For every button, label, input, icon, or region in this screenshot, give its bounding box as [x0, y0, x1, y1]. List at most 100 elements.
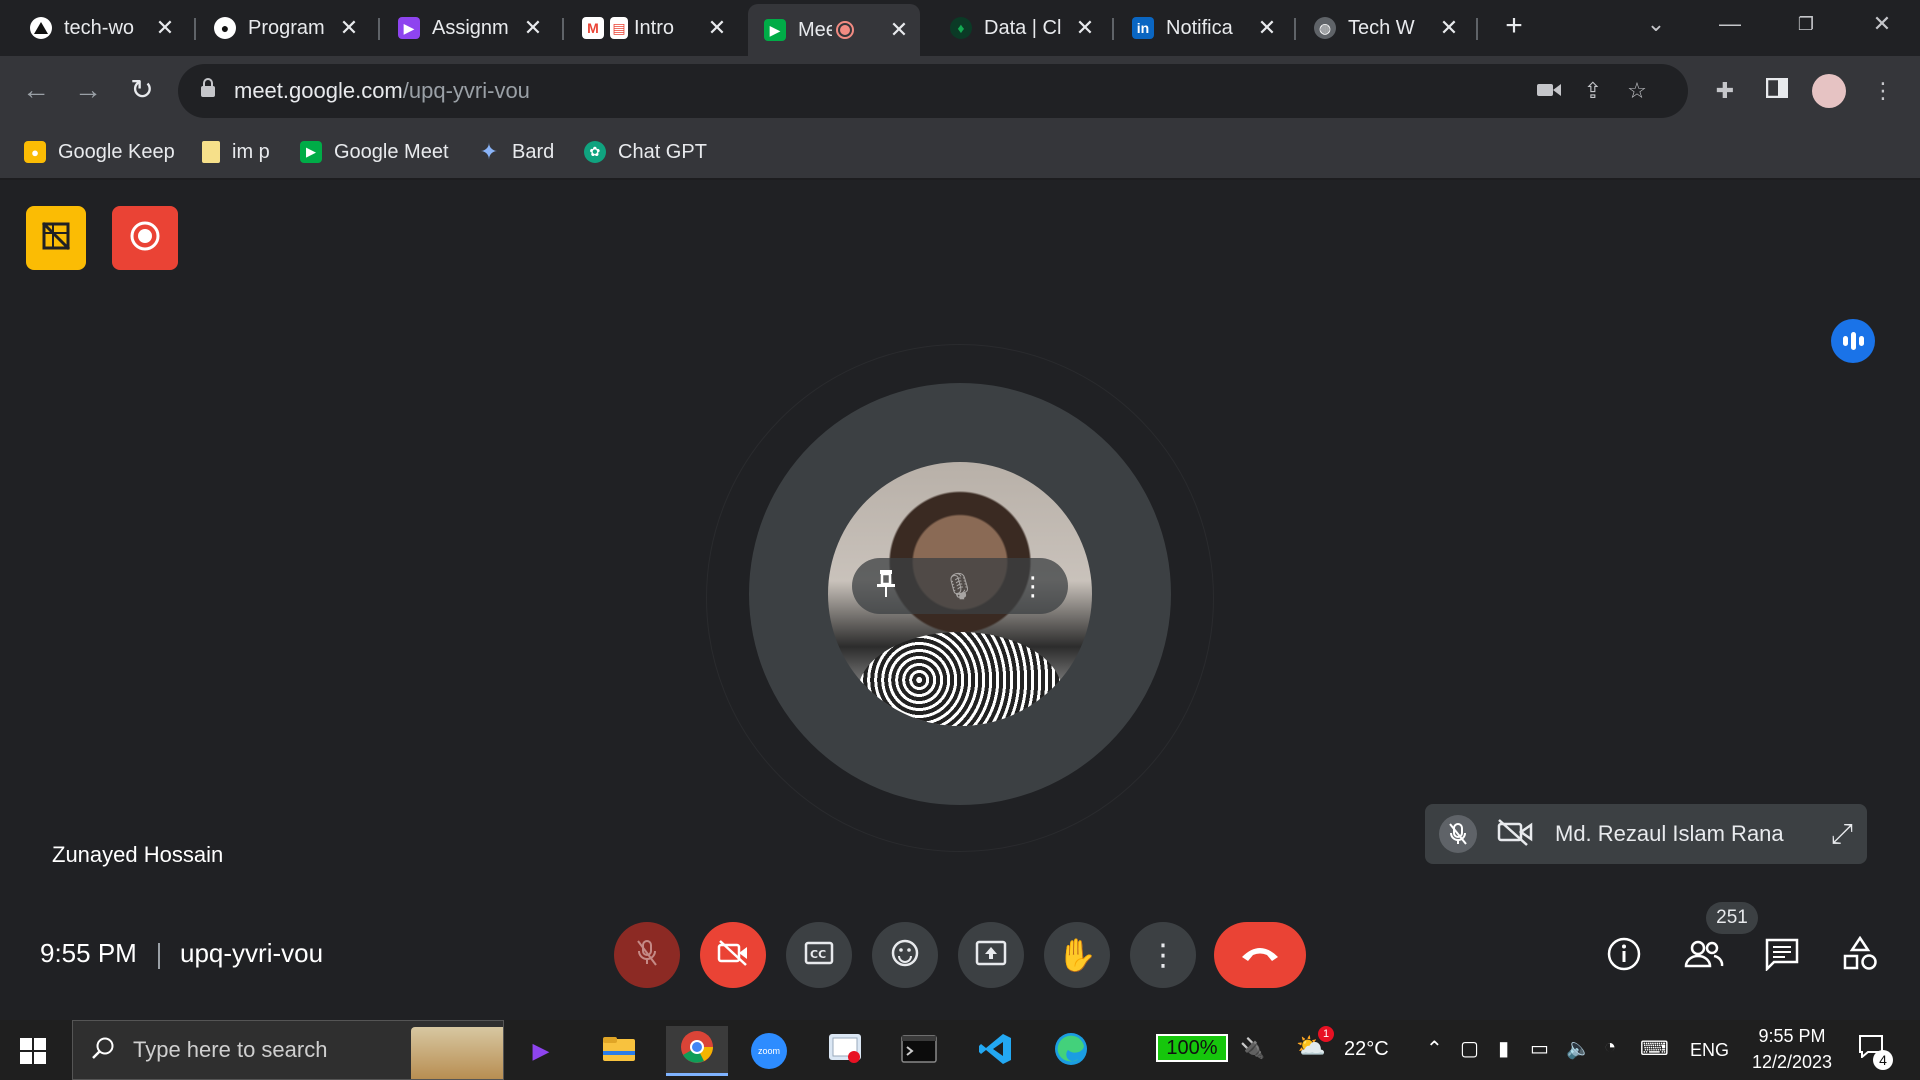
- tab-notifications[interactable]: in Notifica ✕: [1116, 6, 1288, 50]
- reload-button[interactable]: ↻: [124, 72, 160, 108]
- taskbar-app-file-explorer[interactable]: [588, 1026, 650, 1076]
- people-button[interactable]: [1682, 934, 1726, 978]
- more-options-button[interactable]: ⋮: [1130, 922, 1196, 988]
- battery-percentage[interactable]: 100%: [1156, 1034, 1228, 1062]
- emoji-icon: [890, 938, 920, 973]
- google-meet-icon: ▶: [300, 141, 322, 163]
- battery-icon[interactable]: ▭: [1530, 1036, 1549, 1061]
- microphone-in-use-icon[interactable]: ▮: [1498, 1036, 1509, 1061]
- side-panel-icon[interactable]: [1760, 74, 1794, 108]
- wifi-icon[interactable]: ◔: [1604, 1036, 1616, 1059]
- show-hidden-icons-chevron-icon[interactable]: ⌃: [1426, 1036, 1443, 1061]
- taskbar-app-video-course[interactable]: ▶: [510, 1026, 572, 1076]
- taskbar-app-snipping[interactable]: [814, 1026, 876, 1076]
- close-icon[interactable]: ✕: [888, 17, 910, 43]
- close-icon[interactable]: ✕: [1074, 15, 1096, 41]
- tab-separator: [1476, 18, 1478, 40]
- meeting-clock: 9:55 PM: [40, 938, 137, 968]
- closed-captions-icon: CC: [804, 941, 834, 970]
- back-button[interactable]: ←: [18, 72, 54, 108]
- taskbar-app-terminal[interactable]: [888, 1026, 950, 1076]
- self-view-tile[interactable]: Md. Rezaul Islam Rana ⤢: [1425, 804, 1867, 864]
- speaking-indicator-icon: [1831, 319, 1875, 363]
- keyboard-icon[interactable]: ⌨: [1640, 1036, 1669, 1061]
- present-screen-button[interactable]: [958, 922, 1024, 988]
- browser-toolbar: ← → ↻ meet.google.com/upq-yvri-vou ⇪ ☆ ✚…: [0, 56, 1920, 126]
- camera-toggle-button[interactable]: [700, 922, 766, 988]
- bookmark-bard[interactable]: ✦ Bard: [478, 138, 554, 166]
- leave-call-button[interactable]: [1214, 922, 1306, 988]
- tab-search-chevron-icon[interactable]: ⌄: [1636, 8, 1676, 40]
- close-icon[interactable]: ✕: [1256, 15, 1278, 41]
- bard-sparkle-icon: ✦: [479, 139, 499, 164]
- people-count-badge: 251: [1706, 902, 1758, 934]
- new-tab-button[interactable]: +: [1498, 10, 1530, 42]
- close-icon[interactable]: ✕: [154, 15, 176, 41]
- bookmark-chat-gpt[interactable]: ✿ Chat GPT: [584, 138, 707, 166]
- windows-taskbar: Type here to search ▶ zoom 100% 🔌 ⛅ 1 22…: [0, 1020, 1920, 1080]
- volume-icon[interactable]: 🔈: [1566, 1036, 1591, 1061]
- bookmark-imp[interactable]: im p: [202, 138, 270, 166]
- weather-temperature[interactable]: 22°C: [1344, 1038, 1389, 1061]
- tab-data[interactable]: ♦ Data | Cl ✕: [934, 6, 1106, 50]
- lock-icon[interactable]: [200, 78, 216, 103]
- extensions-puzzle-icon[interactable]: ✚: [1708, 74, 1742, 108]
- raise-hand-button[interactable]: ✋: [1044, 922, 1110, 988]
- meet-now-icon[interactable]: ▢: [1460, 1036, 1479, 1061]
- meeting-details-button[interactable]: [1602, 934, 1646, 978]
- tab-intro[interactable]: M ▤ Intro ✕: [566, 6, 738, 50]
- microphone-toggle-button[interactable]: [614, 922, 680, 988]
- tab-meet-active[interactable]: ▶ Mee ✕: [748, 4, 920, 56]
- close-icon[interactable]: ✕: [522, 15, 544, 41]
- url-path: /upq-yvri-vou: [402, 78, 530, 103]
- bookmark-star-icon[interactable]: ☆: [1620, 74, 1654, 108]
- taskbar-app-chrome[interactable]: [666, 1026, 728, 1076]
- tab-assignment[interactable]: ▶ Assignm ✕: [382, 6, 554, 50]
- close-icon[interactable]: ✕: [706, 15, 728, 41]
- address-bar[interactable]: meet.google.com/upq-yvri-vou ⇪ ☆: [178, 64, 1688, 118]
- restore-button[interactable]: ❐: [1786, 8, 1826, 40]
- meet-stage: 🎙 ⋮ Zunayed Hossain Md. Rezaul Islam Ran…: [0, 180, 1920, 1020]
- activities-button[interactable]: [1838, 934, 1882, 978]
- taskbar-time[interactable]: 9:55 PM: [1754, 1026, 1830, 1047]
- tab-tech-w[interactable]: ◍ Tech W ✕: [1298, 6, 1470, 50]
- tab-separator: [378, 18, 380, 40]
- url-text[interactable]: meet.google.com/upq-yvri-vou: [234, 78, 530, 104]
- chat-button[interactable]: [1760, 934, 1804, 978]
- taskbar-date[interactable]: 12/2/2023: [1744, 1052, 1840, 1073]
- bookmark-label: Google Meet: [334, 140, 449, 163]
- minimize-button[interactable]: —: [1710, 8, 1750, 40]
- tab-title: Program: [248, 16, 325, 39]
- input-language[interactable]: ENG: [1690, 1040, 1729, 1061]
- share-icon[interactable]: ⇪: [1576, 74, 1610, 108]
- mute-participant-icon[interactable]: 🎙: [942, 571, 975, 602]
- camera-in-use-icon[interactable]: [1532, 74, 1566, 108]
- taskbar-app-edge[interactable]: [1040, 1026, 1102, 1076]
- reactions-button[interactable]: [872, 922, 938, 988]
- pin-icon[interactable]: [874, 568, 898, 605]
- taskbar-app-vscode[interactable]: [964, 1026, 1026, 1076]
- window-close-button[interactable]: ✕: [1862, 8, 1902, 40]
- transcript-off-badge[interactable]: [26, 206, 86, 270]
- windows-start-icon[interactable]: [20, 1038, 46, 1069]
- bookmark-label: Google Keep: [58, 140, 175, 163]
- tab-tech-wo[interactable]: tech-wo ✕: [14, 6, 186, 50]
- self-view-name: Md. Rezaul Islam Rana: [1555, 821, 1784, 846]
- expand-icon[interactable]: ⤢: [1831, 818, 1853, 851]
- more-options-icon[interactable]: ⋮: [1020, 571, 1046, 602]
- bookmark-google-meet[interactable]: ▶ Google Meet: [300, 138, 449, 166]
- taskbar-app-zoom[interactable]: zoom: [738, 1026, 800, 1076]
- chrome-menu-icon[interactable]: ⋮: [1866, 74, 1900, 108]
- bookmark-google-keep[interactable]: ● Google Keep: [24, 138, 175, 166]
- main-participant-name: Zunayed Hossain: [52, 842, 224, 867]
- gmail-icon: M: [582, 17, 604, 39]
- taskbar-search-box[interactable]: Type here to search: [72, 1020, 504, 1080]
- tab-program[interactable]: ● Program ✕: [198, 6, 370, 50]
- github-icon: ●: [214, 17, 236, 39]
- captions-button[interactable]: CC: [786, 922, 852, 988]
- profile-avatar[interactable]: [1812, 74, 1846, 108]
- recording-badge[interactable]: [112, 206, 178, 270]
- close-icon[interactable]: ✕: [1438, 15, 1460, 41]
- forward-button[interactable]: →: [70, 72, 106, 108]
- close-icon[interactable]: ✕: [338, 15, 360, 41]
